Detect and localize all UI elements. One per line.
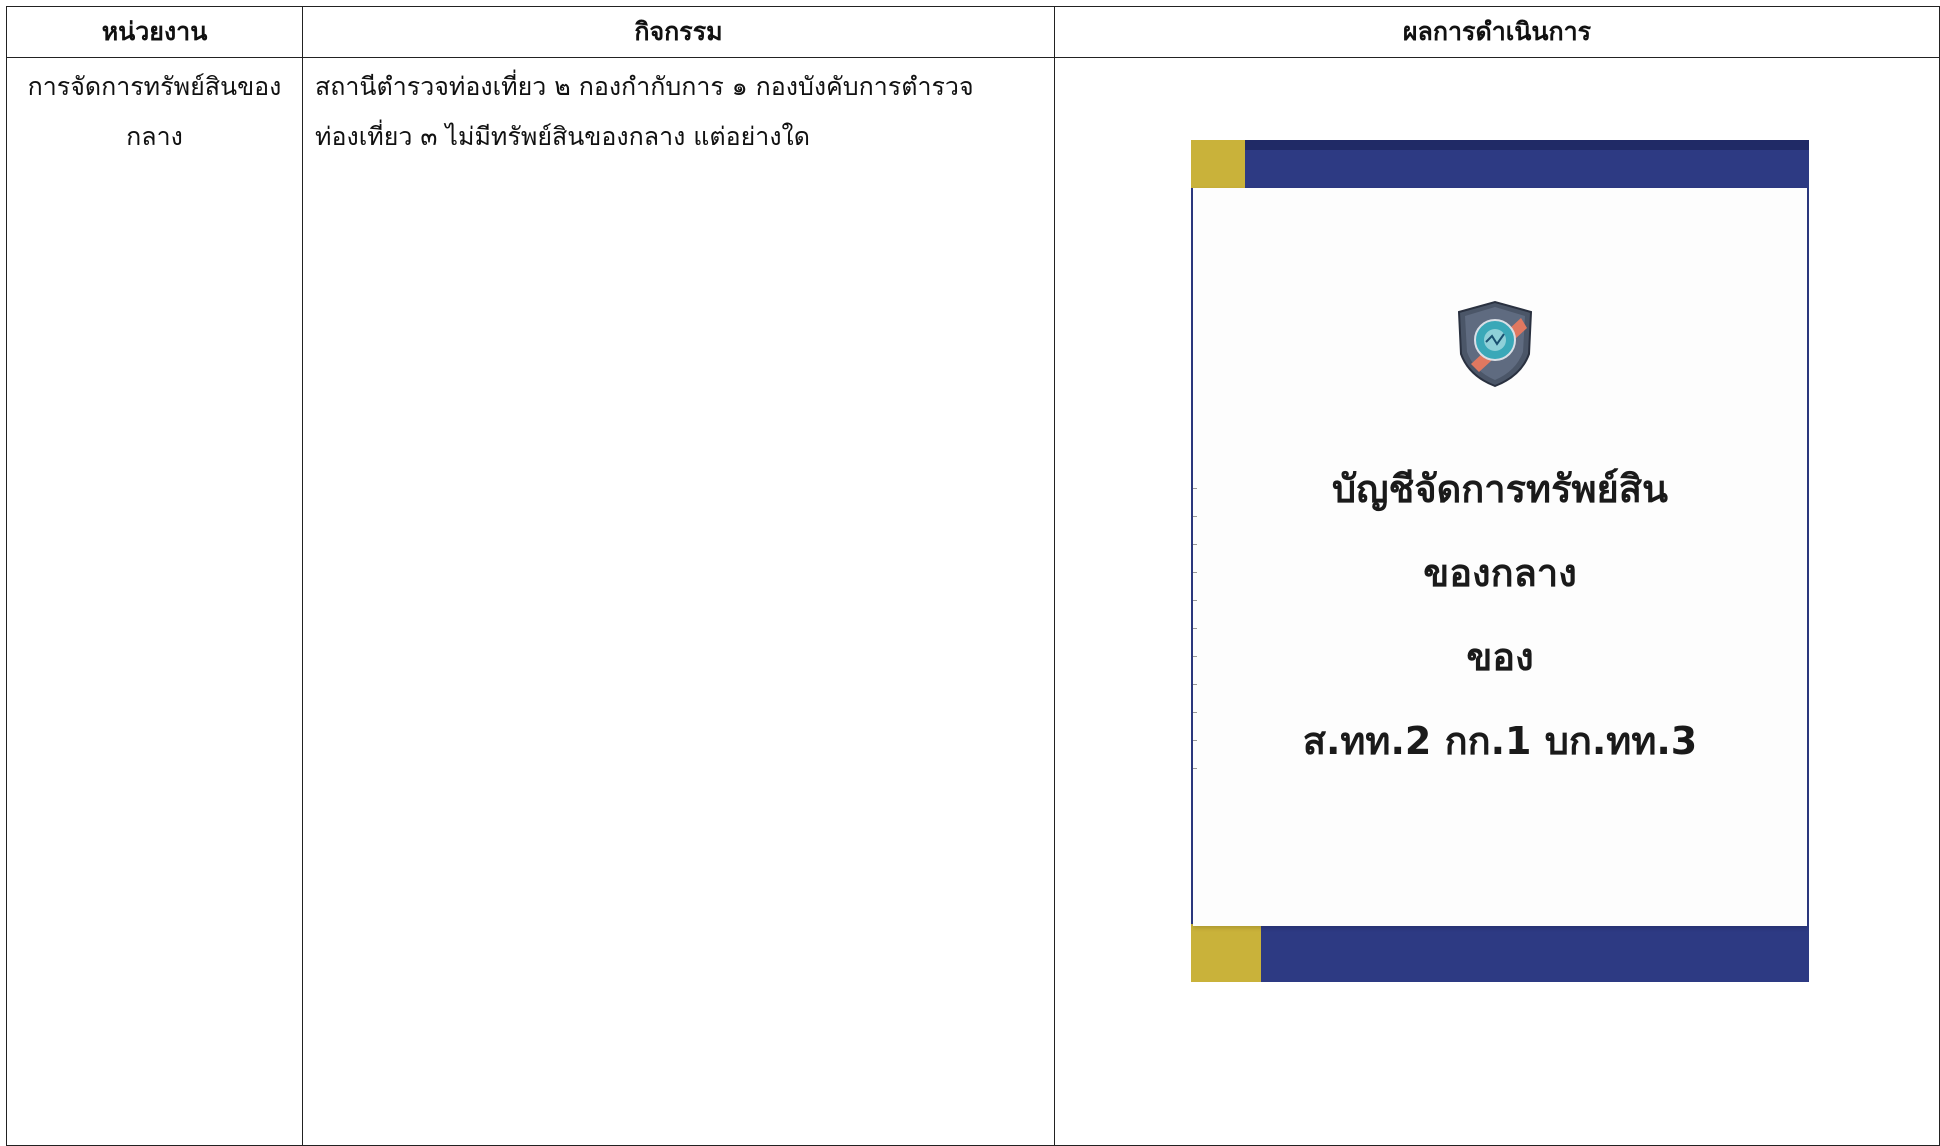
activity-text-line1: สถานีตำรวจท่องเที่ยว ๒ กองกำกับการ ๑ กอง… bbox=[315, 72, 974, 101]
cover-sheet: บัญชีจัดการทรัพย์สิน ของกลาง ของ ส.ทท.2 … bbox=[1193, 188, 1807, 926]
tourist-police-badge-icon bbox=[1457, 300, 1533, 388]
header-result: ผลการดำเนินการ bbox=[1054, 6, 1940, 58]
cover-title-line1: บัญชีจัดการทรัพย์สิน bbox=[1332, 467, 1668, 511]
cover-title-line3: ของ bbox=[1466, 635, 1534, 679]
results-table: หน่วยงาน กิจกรรม ผลการดำเนินการ การจัดกา… bbox=[6, 6, 1940, 1146]
unit-text-line1: การจัดการทรัพย์สินของ bbox=[27, 72, 282, 101]
binder-top-band bbox=[1191, 140, 1809, 150]
activity-cell: สถานีตำรวจท่องเที่ยว ๒ กองกำกับการ ๑ กอง… bbox=[302, 57, 1055, 1146]
cover-title-line2: ของกลาง bbox=[1423, 551, 1577, 595]
binder-cover-photo: บัญชีจัดการทรัพย์สิน ของกลาง ของ ส.ทท.2 … bbox=[1191, 140, 1809, 982]
result-cell: บัญชีจัดการทรัพย์สิน ของกลาง ของ ส.ทท.2 … bbox=[1054, 57, 1940, 1146]
header-activity: กิจกรรม bbox=[302, 6, 1055, 58]
binder-spine-top bbox=[1191, 140, 1245, 188]
table-row: การจัดการทรัพย์สินของ กลาง สถานีตำรวจท่อ… bbox=[6, 57, 1940, 1146]
unit-text-line2: กลาง bbox=[126, 122, 183, 151]
binder-spine-bottom bbox=[1191, 924, 1261, 982]
activity-text-line2: ท่องเที่ยว ๓ ไม่มีทรัพย์สินของกลาง แต่อย… bbox=[315, 122, 810, 151]
cover-title-line4: ส.ทท.2 กก.1 บก.ทท.3 bbox=[1302, 719, 1698, 763]
unit-cell: การจัดการทรัพย์สินของ กลาง bbox=[6, 57, 303, 1146]
header-unit: หน่วยงาน bbox=[6, 6, 303, 58]
table-header-row: หน่วยงาน กิจกรรม ผลการดำเนินการ bbox=[6, 6, 1940, 58]
